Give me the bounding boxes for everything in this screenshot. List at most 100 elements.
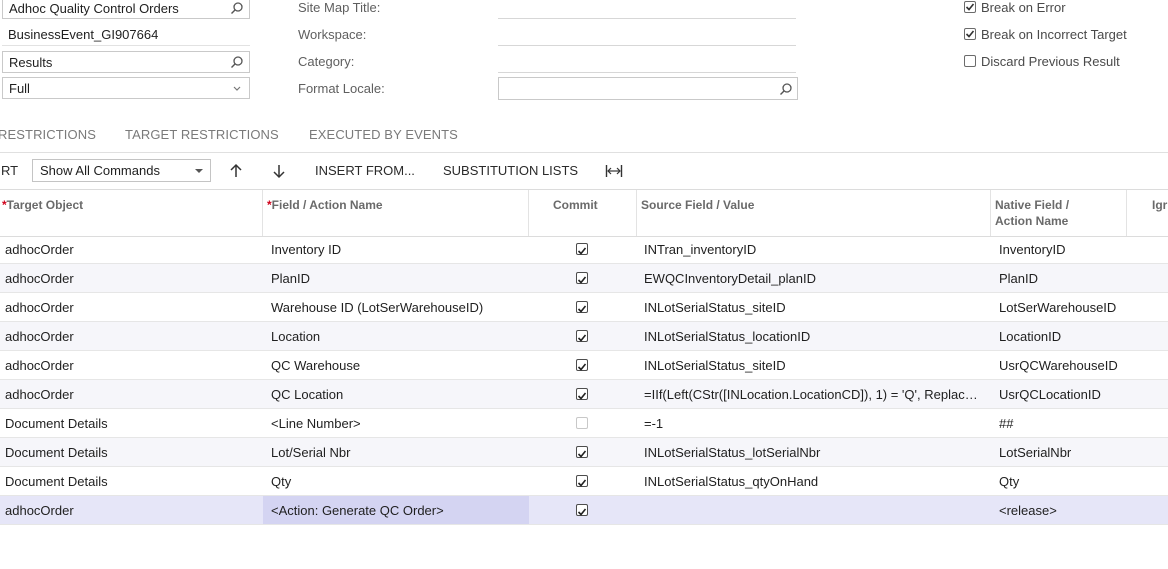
cell-native-field[interactable]: LotSerialNbr [999, 445, 1124, 460]
search-icon[interactable] [779, 82, 793, 96]
table-row[interactable]: adhocOrder Warehouse ID (LotSerWarehouseI… [0, 293, 1168, 322]
substitution-lists-button[interactable]: SUBSTITUTION LISTS [443, 163, 578, 178]
arrow-down-icon[interactable] [271, 163, 287, 179]
header-source-field-value[interactable]: Source Field / Value [641, 197, 754, 213]
table-row[interactable]: adhocOrder PlanID EWQCInventoryDetail_plan… [0, 264, 1168, 293]
site-map-title-field[interactable] [498, 18, 796, 19]
tab-executed-by-events[interactable]: EXECUTED BY EVENTS [309, 127, 458, 142]
search-icon[interactable] [230, 1, 244, 15]
cell-native-field[interactable]: LocationID [999, 329, 1124, 344]
cell-field-action-name[interactable]: Lot/Serial Nbr [271, 445, 523, 460]
cell-field-action-name[interactable]: Warehouse ID (LotSerWarehouseID) [271, 300, 523, 315]
cell-field-action-name[interactable]: QC Warehouse [271, 358, 523, 373]
insert-button[interactable]: RT [1, 163, 18, 178]
arrow-up-icon[interactable] [228, 163, 244, 179]
table-row[interactable]: adhocOrder <Action: Generate QC Order> <re… [0, 496, 1168, 525]
cell-native-field[interactable]: PlanID [999, 271, 1124, 286]
break-on-error-checkbox[interactable] [964, 1, 976, 13]
category-field[interactable] [498, 72, 796, 73]
cell-target-object[interactable]: adhocOrder [5, 300, 255, 315]
cell-source-field-value[interactable]: INLotSerialStatus_qtyOnHand [644, 474, 979, 489]
cell-source-field-value[interactable]: =IIf(Left(CStr([INLocation.LocationCD]),… [644, 387, 979, 402]
cell-field-action-name[interactable]: Inventory ID [271, 242, 523, 257]
cell-target-object[interactable]: Document Details [5, 474, 255, 489]
workspace-field[interactable] [498, 45, 796, 46]
cell-target-object[interactable]: adhocOrder [5, 271, 255, 286]
cell-native-field[interactable]: Qty [999, 474, 1124, 489]
table-row[interactable]: Document Details Qty INLotSerialStatus_qty… [0, 467, 1168, 496]
discard-previous-result-checkbox[interactable] [964, 55, 976, 67]
commit-checkbox[interactable] [576, 330, 588, 342]
cell-target-object[interactable]: adhocOrder [5, 503, 255, 518]
commands-select[interactable]: Show All Commands [32, 159, 211, 182]
table-row[interactable]: adhocOrder QC Warehouse INLotSerialStatus_… [0, 351, 1168, 380]
tab-restrictions[interactable]: RESTRICTIONS [0, 127, 96, 142]
grid-header: *Target Object *Field / Action Name Comm… [0, 189, 1168, 237]
break-on-incorrect-target-label: Break on Incorrect Target [981, 27, 1127, 42]
checkmark-icon [577, 450, 587, 458]
search-icon[interactable] [230, 55, 244, 69]
commit-checkbox[interactable] [576, 388, 588, 400]
mode-select[interactable]: Full [2, 77, 250, 99]
cell-target-object[interactable]: adhocOrder [5, 329, 255, 344]
checkmark-icon [577, 305, 587, 313]
caret-down-icon [195, 169, 203, 173]
category-label: Category: [298, 54, 355, 69]
checkmark-icon [577, 363, 587, 371]
header-ignore[interactable]: Igr [1152, 197, 1167, 213]
commit-checkbox[interactable] [576, 417, 588, 429]
cell-native-field[interactable]: LotSerWarehouseID [999, 300, 1124, 315]
cell-native-field[interactable]: <release> [999, 503, 1124, 518]
table-row[interactable]: Document Details <Line Number> =-1 ## [0, 409, 1168, 438]
cell-source-field-value[interactable]: INLotSerialStatus_locationID [644, 329, 979, 344]
commit-checkbox[interactable] [576, 272, 588, 284]
cell-source-field-value[interactable]: INTran_inventoryID [644, 242, 979, 257]
insert-from-button[interactable]: INSERT FROM... [315, 163, 415, 178]
format-locale-input[interactable] [498, 77, 798, 100]
table-row[interactable]: adhocOrder Location INLotSerialStatus_loca… [0, 322, 1168, 351]
cell-target-object[interactable]: adhocOrder [5, 358, 255, 373]
table-row[interactable]: adhocOrder Inventory ID INTran_inventoryID… [0, 235, 1168, 264]
cell-native-field[interactable]: UsrQCLocationID [999, 387, 1124, 402]
commit-checkbox[interactable] [576, 475, 588, 487]
cell-target-object[interactable]: adhocOrder [5, 242, 255, 257]
cell-native-field[interactable]: ## [999, 416, 1124, 431]
cell-native-field[interactable]: InventoryID [999, 242, 1124, 257]
cell-target-object[interactable]: Document Details [5, 416, 255, 431]
header-field-action-name[interactable]: *Field / Action Name [267, 197, 383, 213]
results-field[interactable]: Results [2, 51, 250, 73]
commit-checkbox[interactable] [576, 301, 588, 313]
cell-field-action-name[interactable]: QC Location [271, 387, 523, 402]
tab-target-restrictions[interactable]: TARGET RESTRICTIONS [125, 127, 279, 142]
commit-checkbox[interactable] [576, 243, 588, 255]
screen-name-field[interactable]: Adhoc Quality Control Orders [2, 0, 250, 19]
cell-target-object[interactable]: adhocOrder [5, 387, 255, 402]
cell-field-action-name[interactable]: <Line Number> [271, 416, 523, 431]
cell-source-field-value[interactable]: INLotSerialStatus_siteID [644, 300, 979, 315]
workspace-label: Workspace: [298, 27, 367, 42]
commit-checkbox[interactable] [576, 504, 588, 516]
checkmark-icon [965, 30, 975, 38]
table-row[interactable]: adhocOrder QC Location =IIf(Left(CStr([INL… [0, 380, 1168, 409]
cell-field-action-name[interactable]: <Action: Generate QC Order> [271, 503, 523, 518]
break-on-incorrect-target-checkbox[interactable] [964, 28, 976, 40]
checkmark-icon [577, 508, 587, 516]
fit-columns-icon[interactable] [605, 163, 623, 179]
cell-source-field-value[interactable]: INLotSerialStatus_siteID [644, 358, 979, 373]
checkmark-icon [577, 247, 587, 255]
cell-native-field[interactable]: UsrQCWarehouseID [999, 358, 1124, 373]
cell-field-action-name[interactable]: Location [271, 329, 523, 344]
chevron-down-icon[interactable] [230, 81, 244, 95]
table-row[interactable]: Document Details Lot/Serial Nbr INLotSeria… [0, 438, 1168, 467]
header-target-object[interactable]: *Target Object [2, 197, 83, 213]
header-native-field-action-name[interactable]: Native Field / Action Name [995, 197, 1069, 229]
cell-field-action-name[interactable]: Qty [271, 474, 523, 489]
cell-source-field-value[interactable]: EWQCInventoryDetail_planID [644, 271, 979, 286]
cell-source-field-value[interactable]: INLotSerialStatus_lotSerialNbr [644, 445, 979, 460]
header-commit[interactable]: Commit [553, 197, 598, 213]
cell-target-object[interactable]: Document Details [5, 445, 255, 460]
cell-field-action-name[interactable]: PlanID [271, 271, 523, 286]
commit-checkbox[interactable] [576, 446, 588, 458]
cell-source-field-value[interactable]: =-1 [644, 416, 979, 431]
commit-checkbox[interactable] [576, 359, 588, 371]
